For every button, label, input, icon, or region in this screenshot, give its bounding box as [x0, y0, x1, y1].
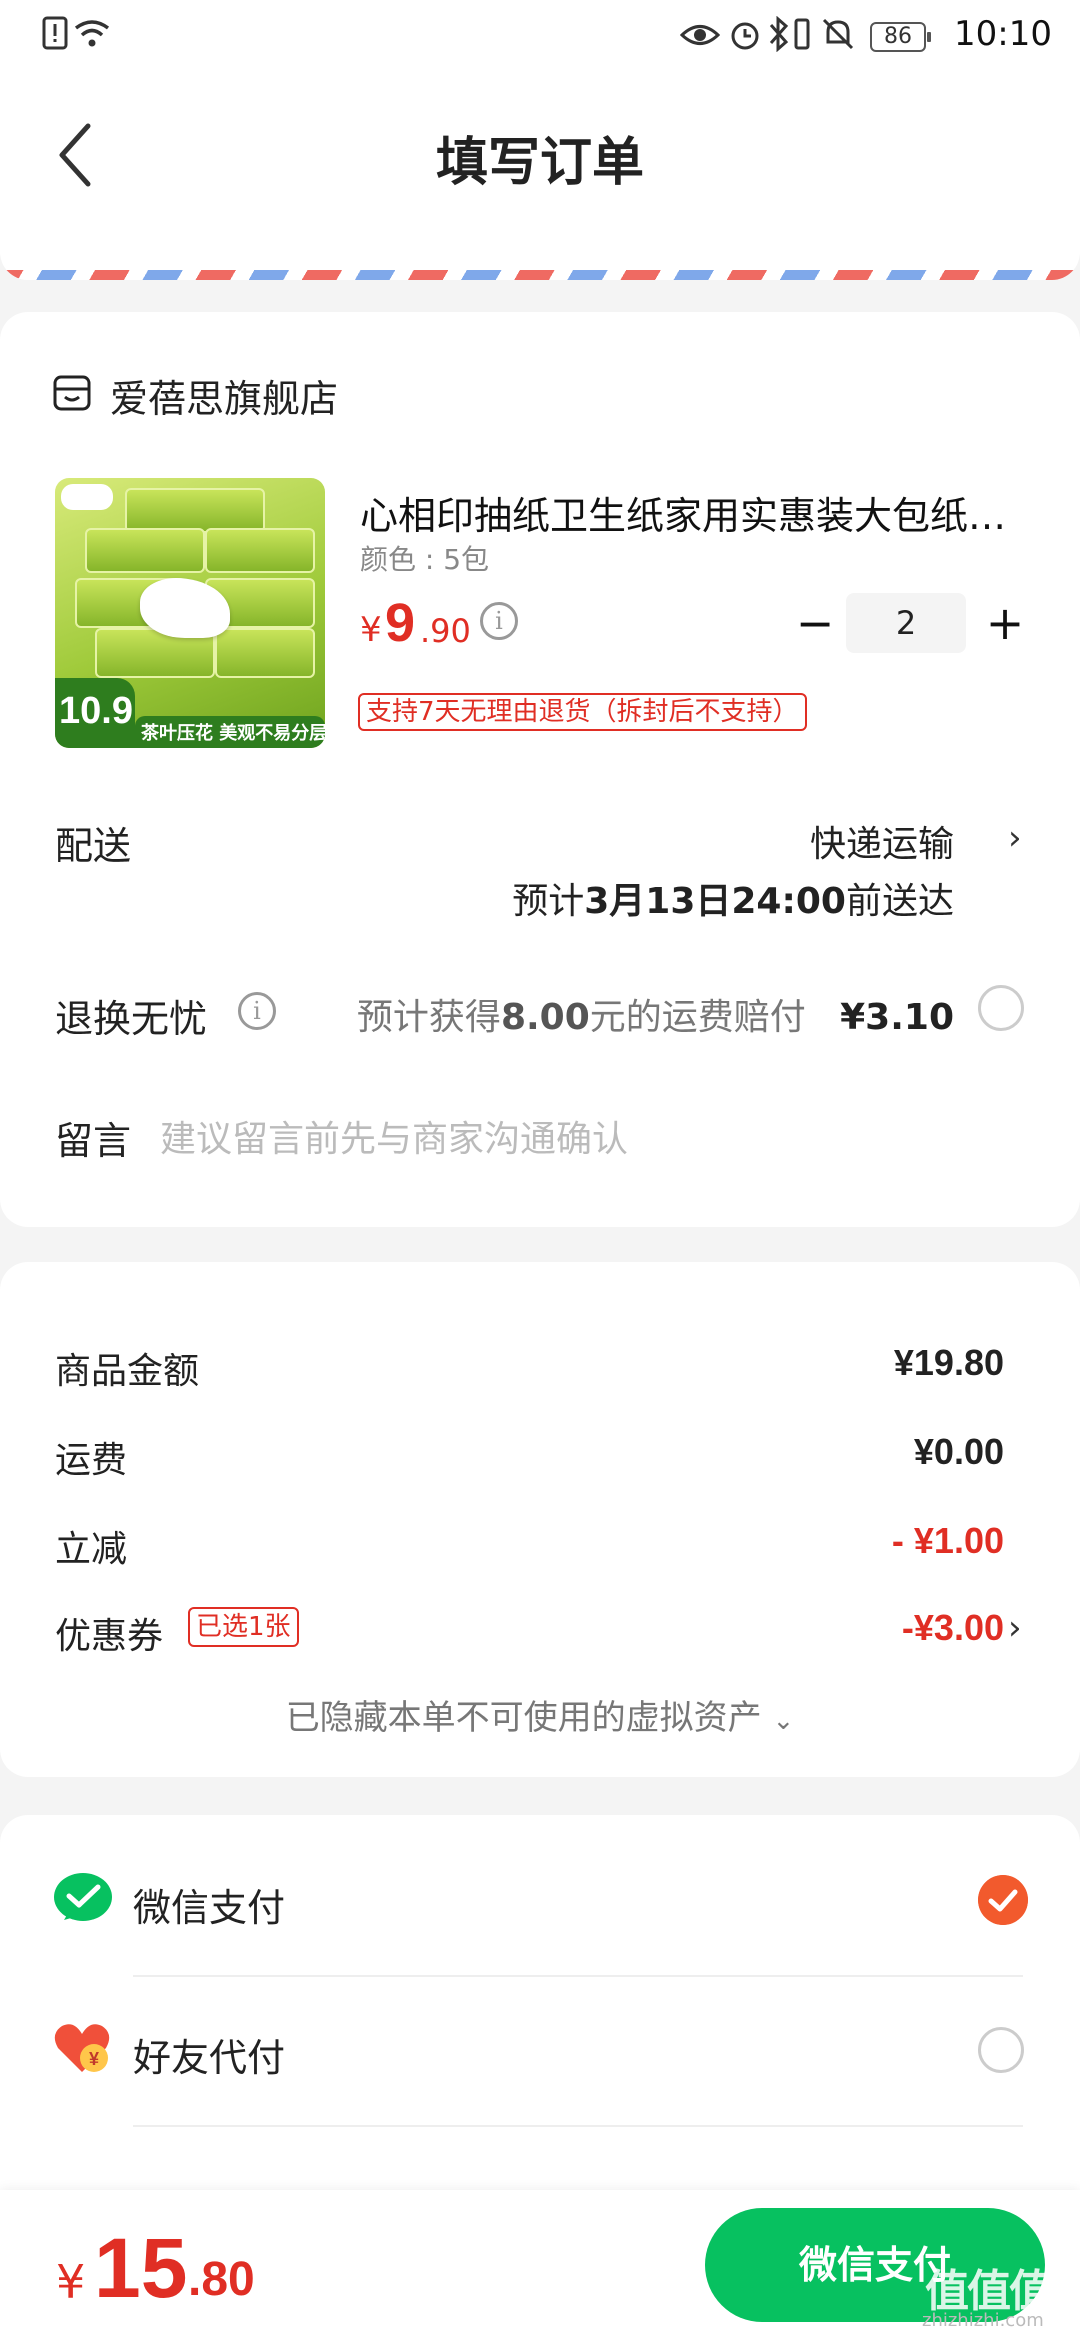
payment-option-friend[interactable]: 好友代付 [133, 2027, 285, 2082]
divider [133, 1975, 1023, 1977]
total-decimal: .80 [188, 2253, 255, 2306]
quantity-decrease-button[interactable]: − [790, 593, 840, 653]
chevron-down-icon: ⌄ [772, 1706, 795, 1736]
price-currency: ¥ [360, 610, 382, 650]
sim-alert-icon [42, 16, 68, 50]
message-label: 留言 [55, 1119, 132, 1163]
wechat-pay-icon [54, 1873, 112, 1921]
quantity-increase-button[interactable]: + [980, 593, 1030, 653]
airmail-stripe [0, 270, 1080, 280]
discount-label: 立减 [55, 1529, 128, 1570]
chevron-right-icon[interactable]: › [1008, 1608, 1022, 1648]
quantity-input[interactable]: 2 [846, 593, 966, 653]
worry-free-description: 预计获得8.00元的运费赔付 ¥3.10 [356, 997, 954, 1038]
product-image-banner: 茶叶压花 美观不易分层 [141, 723, 325, 744]
shop-name[interactable]: 爱蓓思旗舰店 [110, 368, 338, 423]
order-item-card [0, 312, 1080, 1227]
delivery-eta: 预计3月13日24:00前送达 [512, 881, 954, 922]
eye-icon [680, 25, 720, 45]
product-spec: 颜色 : 5包 [360, 543, 490, 576]
product-title[interactable]: 心相印抽纸卫生纸家用实惠装大包纸… [360, 485, 1020, 540]
product-image-price-badge: 10.9 [59, 690, 133, 732]
coupon-selected-tag: 已选1张 [188, 1607, 299, 1647]
friend-pay-radio[interactable] [978, 2027, 1024, 2073]
mute-icon [822, 18, 854, 50]
wifi-icon [74, 20, 110, 47]
payment-option-wechat[interactable]: 微信支付 [133, 1877, 285, 1932]
shipping-value: ¥0.00 [913, 1431, 1004, 1472]
message-input[interactable]: 建议留言前先与商家沟通确认 [160, 1110, 628, 1162]
friend-pay-heart-icon: ¥ [54, 2024, 110, 2072]
worry-free-label: 退换无忧 [55, 997, 208, 1041]
coupon-label: 优惠券 [55, 1616, 164, 1657]
svg-text:¥: ¥ [89, 2049, 99, 2069]
delivery-label: 配送 [55, 824, 132, 868]
vibrate-icon [794, 18, 810, 50]
product-image[interactable]: 10.9 茶叶压花 美观不易分层 [55, 478, 325, 748]
status-bar: 86 10:10 [0, 0, 1080, 75]
page-title: 填写订单 [435, 133, 644, 193]
store-icon [53, 375, 91, 411]
selected-check-icon[interactable] [978, 1875, 1028, 1925]
watermark-url: zhizhizhi.com [922, 2310, 1044, 2331]
chevron-right-icon[interactable]: › [1008, 818, 1022, 858]
shipping-label: 运费 [55, 1440, 128, 1481]
hidden-assets-toggle[interactable]: 已隐藏本单不可使用的虚拟资产 ⌄ [0, 1690, 1080, 1739]
alarm-icon [731, 22, 759, 50]
total-integer: 15 [94, 2221, 188, 2315]
battery-indicator: 86 [870, 22, 931, 52]
header: 填写订单 [0, 75, 1080, 235]
delivery-method[interactable]: 快递运输 [810, 815, 954, 867]
address-card-bottom[interactable] [0, 235, 1080, 280]
discount-value: - ¥1.00 [891, 1520, 1004, 1561]
price-decimal: .90 [420, 612, 471, 650]
bluetooth-icon [769, 16, 789, 52]
price-info-icon[interactable]: i [480, 602, 518, 640]
goods-amount-label: 商品金额 [55, 1351, 200, 1392]
goods-amount-value: ¥19.80 [893, 1342, 1004, 1383]
total-currency: ¥ [56, 2255, 86, 2309]
worry-free-radio[interactable] [978, 985, 1024, 1031]
price-integer: 9 [385, 593, 416, 653]
coupon-value[interactable]: -¥3.00 [902, 1607, 1004, 1649]
divider [133, 2125, 1023, 2127]
return-policy-tag: 支持7天无理由退货（拆封后不支持） [358, 693, 807, 731]
status-time: 10:10 [954, 14, 1052, 54]
worry-free-info-icon[interactable]: i [238, 992, 276, 1030]
